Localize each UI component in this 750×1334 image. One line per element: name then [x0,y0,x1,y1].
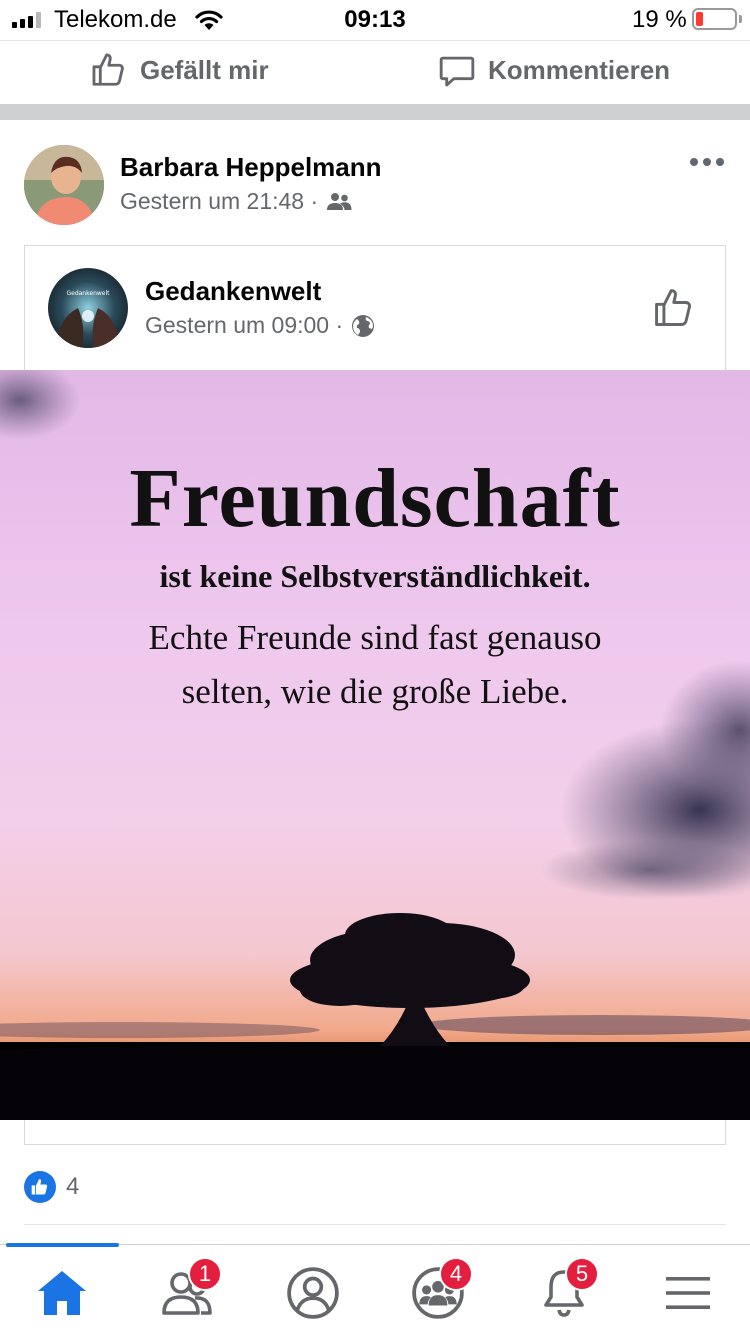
page-avatar-text: Gedankenwelt [66,290,110,297]
post-timestamp[interactable]: Gestern um 21:48 · [120,188,318,215]
status-bar: Telekom.de 09:13 19 % [0,0,750,40]
nav-home[interactable] [27,1263,97,1323]
profile-icon [287,1267,339,1319]
friends-badge: 1 [188,1257,222,1291]
post-separator [0,104,750,120]
nav-notifications[interactable]: 5 [529,1257,599,1323]
bottom-navigation: 1 4 5 [0,1243,750,1334]
groups-badge: 4 [439,1257,473,1291]
reactions-divider [24,1224,726,1225]
comment-icon [439,56,475,87]
nav-groups[interactable]: 4 [403,1257,473,1323]
post-meta: Gestern um 21:48 · [120,188,352,215]
comment-label: Kommentieren [488,54,671,85]
author-name[interactable]: Barbara Heppelmann [120,152,382,183]
previous-post-actions: Gefällt mir Kommentieren [0,40,750,104]
shared-post-timestamp[interactable]: Gestern um 09:00 · [145,312,343,339]
image-subtitle: ist keine Selbstverständlichkeit. [159,558,591,594]
image-text-line-1: Echte Freunde sind fast genauso [148,618,602,657]
friends-icon [327,192,352,210]
comment-button[interactable]: Kommentieren [438,51,670,89]
like-label: Gefällt mir [140,54,269,85]
globe-icon [352,314,375,337]
author-avatar[interactable] [24,145,104,225]
page-like-button[interactable] [652,286,696,335]
battery-percentage: 19 % [632,6,687,33]
like-reaction-icon [24,1171,56,1203]
image-text-line-2: selten, wie die große Liebe. [181,672,569,711]
page-avatar[interactable]: Gedankenwelt [48,268,128,348]
page-name[interactable]: Gedankenwelt [145,276,321,307]
image-title: Freundschaft [129,452,621,545]
nav-friends[interactable]: 1 [152,1257,222,1323]
shared-post-meta: Gestern um 09:00 · [145,312,375,339]
active-tab-indicator [6,1243,119,1247]
hamburger-menu-icon [666,1277,710,1309]
thumbs-up-icon [655,289,691,326]
like-button[interactable]: Gefällt mir [90,51,269,89]
nav-menu[interactable] [653,1263,723,1323]
post-image[interactable]: Freundschaft ist keine Selbstverständlic… [0,370,750,1120]
more-options-button[interactable] [690,158,724,166]
nav-profile[interactable] [278,1263,348,1323]
home-icon [38,1271,86,1315]
battery-icon [692,8,742,30]
notifications-badge: 5 [565,1257,599,1291]
reaction-count: 4 [66,1173,80,1200]
reactions-summary[interactable]: 4 [24,1171,79,1203]
thumbs-up-icon [92,53,124,86]
